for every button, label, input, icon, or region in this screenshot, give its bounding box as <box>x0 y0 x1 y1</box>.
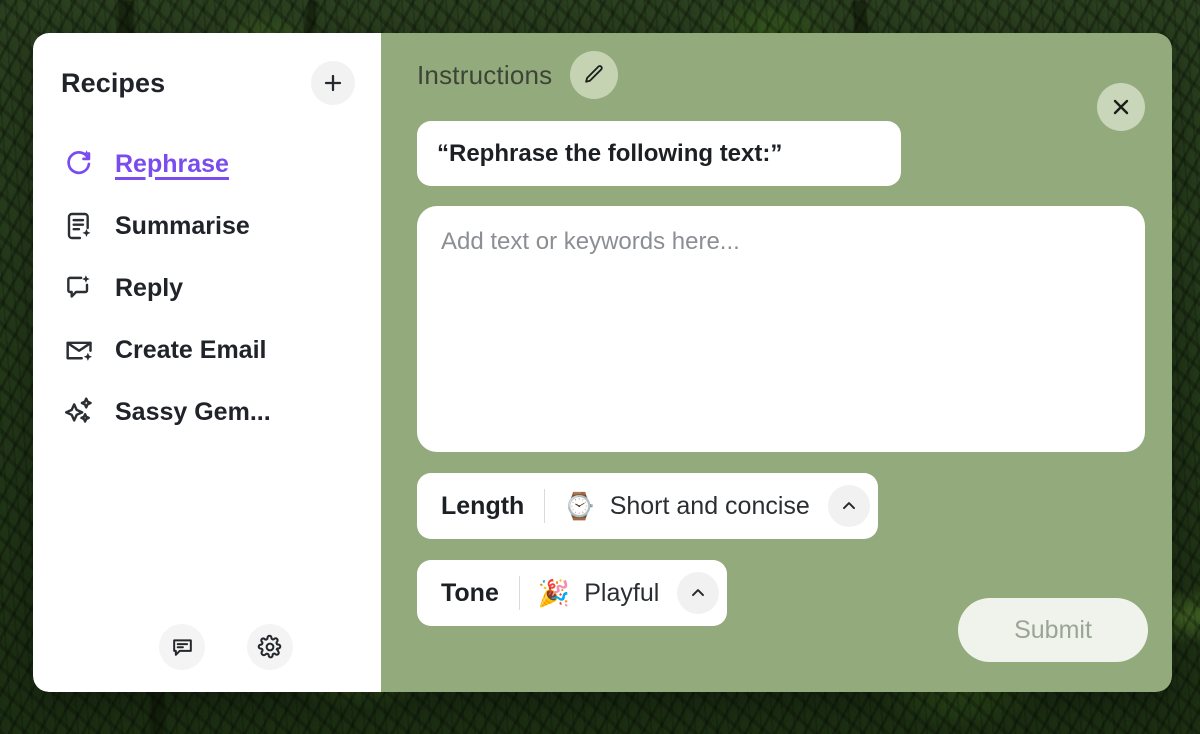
pencil-icon <box>585 65 604 83</box>
sidebar-item-label: Sassy Gem... <box>115 397 271 426</box>
add-recipe-button[interactable] <box>311 61 355 105</box>
sparkles-icon <box>59 392 99 432</box>
panel-title: Instructions <box>417 59 553 90</box>
sidebar-item-summarise[interactable]: Summarise <box>33 195 381 257</box>
sidebar-item-label: Create Email <box>115 335 267 364</box>
submit-button[interactable]: Submit <box>958 598 1148 662</box>
gear-icon <box>257 634 282 659</box>
sidebar-item-create-email[interactable]: Create Email <box>33 319 381 381</box>
page-title: Recipes <box>61 67 166 98</box>
sidebar-item-sassy-gem[interactable]: Sassy Gem... <box>33 381 381 443</box>
sidebar-item-reply[interactable]: Reply <box>33 257 381 319</box>
sidebar-footer <box>33 624 381 670</box>
sidebar: Recipes Rephrase Summarise Reply Create … <box>33 33 381 692</box>
length-value: Short and concise <box>609 491 810 520</box>
feedback-chat-icon <box>172 638 192 656</box>
edit-instructions-button[interactable] <box>570 51 619 99</box>
recipes-window: Recipes Rephrase Summarise Reply Create … <box>33 33 1172 692</box>
tone-chevron-up-button[interactable] <box>677 572 720 614</box>
plus-icon <box>324 74 342 92</box>
panel-header: Instructions <box>417 33 1145 117</box>
tone-label: Tone <box>441 578 499 607</box>
sidebar-item-label: Reply <box>115 273 184 302</box>
chevron-up-icon <box>692 589 705 597</box>
watch-emoji: ⌚ <box>563 491 596 521</box>
rephrase-sparkle-icon <box>59 144 99 184</box>
tone-value: Playful <box>584 578 660 607</box>
length-label: Length <box>441 491 525 520</box>
background-branch <box>150 690 164 734</box>
text-input-textarea[interactable]: Add text or keywords here... <box>417 206 1145 452</box>
close-button[interactable] <box>1097 83 1145 131</box>
feedback-button[interactable] <box>159 624 205 670</box>
party-popper-emoji: 🎉 <box>537 578 571 608</box>
sidebar-header: Recipes <box>33 59 381 107</box>
tone-selector[interactable]: Tone 🎉 Playful <box>417 560 728 626</box>
submit-area: Submit <box>958 598 1148 662</box>
length-selector[interactable]: Length ⌚ Short and concise <box>417 473 878 539</box>
instructions-panel: Instructions “Rephrase the following tex… <box>381 33 1172 692</box>
envelope-sparkle-icon <box>59 330 99 370</box>
length-chevron-up-button[interactable] <box>827 485 870 527</box>
settings-button[interactable] <box>247 624 293 670</box>
sidebar-item-label: Summarise <box>115 211 250 240</box>
prompt-chip[interactable]: “Rephrase the following text:” <box>417 121 901 186</box>
document-sparkle-icon <box>59 206 99 246</box>
recipe-list: Rephrase Summarise Reply Create Email Sa… <box>33 133 381 624</box>
close-icon <box>1113 99 1129 115</box>
length-selector-row: Length ⌚ Short and concise <box>417 452 1145 539</box>
sidebar-item-label: Rephrase <box>115 149 229 178</box>
sidebar-item-rephrase[interactable]: Rephrase <box>33 133 381 195</box>
chevron-up-icon <box>842 502 855 510</box>
chat-bubble-sparkle-icon <box>59 268 99 308</box>
